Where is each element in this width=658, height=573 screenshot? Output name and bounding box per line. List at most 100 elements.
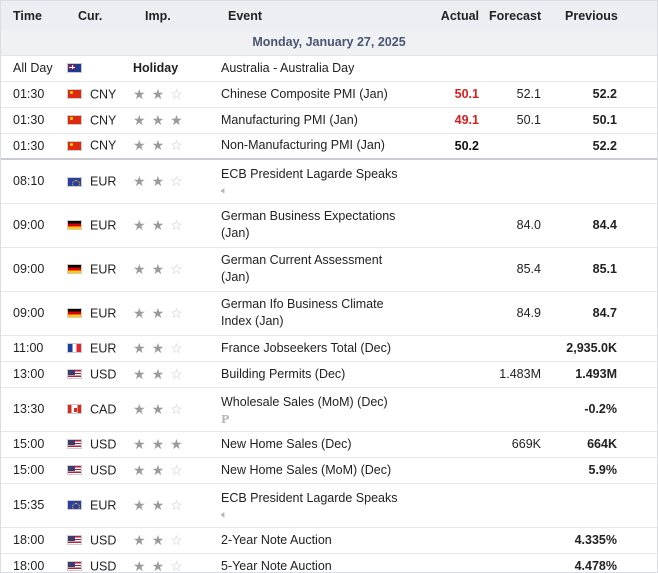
table-row[interactable]: 15:35 EUR ★ ★ ☆ ECB President Lagarde Speaks 🔈… (1, 483, 657, 528)
event-name[interactable]: New Home Sales (Dec) (221, 437, 352, 451)
event-previous: 4.478% (565, 553, 657, 573)
event-name[interactable]: Non-Manufacturing PMI (Jan) (221, 138, 385, 152)
star-filled-icon: ★ (151, 365, 165, 382)
star-filled-icon: ★ (151, 216, 165, 233)
event-name[interactable]: Building Permits (Dec) (221, 367, 345, 381)
speaker-icon[interactable]: 🔈︎ (221, 185, 413, 197)
event-forecast (489, 133, 565, 160)
event-cell[interactable]: Non-Manufacturing PMI (Jan) (221, 133, 417, 160)
star-empty-icon: ☆ (170, 260, 183, 277)
event-time: 15:00 (1, 457, 67, 484)
event-cell[interactable]: New Home Sales (Dec) (221, 431, 417, 458)
star-filled-icon: ★ (133, 304, 146, 321)
event-name[interactable]: German Business Expectations (Jan) (221, 209, 395, 240)
currency-code: EUR (90, 262, 117, 277)
star-filled-icon: ★ (151, 85, 165, 102)
star-filled-icon: ★ (133, 85, 146, 102)
germany-flag-icon (67, 308, 82, 319)
table-row[interactable]: 18:00 USD ★ ★ ☆ 5-Year Note Auction 4.478% (1, 553, 657, 573)
event-cell[interactable]: German Ifo Business Climate Index (Jan) (221, 291, 417, 336)
event-name[interactable]: 5-Year Note Auction (221, 559, 332, 573)
star-filled-icon: ★ (151, 260, 165, 277)
event-currency: USD (67, 457, 133, 484)
speaker-icon[interactable]: 🔈︎ (221, 509, 413, 521)
event-forecast: 84.9 (489, 291, 565, 336)
event-importance: ★ ★ ☆ (133, 133, 221, 160)
col-currency-header[interactable]: Cur. (67, 1, 133, 30)
table-row[interactable]: 08:10 EUR ★ ★ ☆ ECB President Lagarde Speaks 🔈… (1, 159, 657, 204)
currency-code: EUR (90, 341, 117, 356)
event-importance: Holiday (133, 55, 221, 82)
star-filled-icon: ★ (151, 531, 165, 548)
event-previous: -0.2% (565, 387, 657, 432)
star-filled-icon: ★ (133, 339, 146, 356)
event-name[interactable]: German Ifo Business Climate Index (Jan) (221, 297, 384, 328)
event-name[interactable]: ECB President Lagarde Speaks (221, 491, 398, 505)
event-cell[interactable]: Manufacturing PMI (Jan) (221, 107, 417, 134)
event-cell[interactable]: 2-Year Note Auction (221, 527, 417, 554)
event-forecast (489, 159, 565, 204)
event-forecast: 1.483M (489, 361, 565, 388)
canada-flag-icon (67, 404, 82, 415)
event-name[interactable]: German Current Assessment (Jan) (221, 253, 382, 284)
event-cell[interactable]: German Business Expectations (Jan) (221, 203, 417, 248)
star-filled-icon: ★ (133, 435, 146, 452)
importance-stars: ★ ★ ☆ (133, 367, 189, 382)
table-row[interactable]: 01:30 CNY ★ ★ ☆ Chinese Composite PMI (Jan) 50… (1, 81, 657, 108)
table-row[interactable]: 09:00 EUR ★ ★ ☆ German Current Assessment (Ja… (1, 247, 657, 292)
star-filled-icon: ★ (133, 557, 146, 573)
event-time: 09:00 (1, 247, 67, 292)
event-name[interactable]: 2-Year Note Auction (221, 533, 332, 547)
event-name[interactable]: Chinese Composite PMI (Jan) (221, 87, 388, 101)
event-name[interactable]: France Jobseekers Total (Dec) (221, 341, 391, 355)
col-importance-header[interactable]: Imp. (133, 1, 221, 30)
star-empty-icon: ☆ (170, 216, 183, 233)
event-name[interactable]: Manufacturing PMI (Jan) (221, 113, 358, 127)
event-cell[interactable]: Wholesale Sales (MoM) (Dec) P (221, 387, 417, 432)
preliminary-icon: P (221, 412, 230, 426)
col-event-header[interactable]: Event (221, 1, 417, 30)
table-row[interactable]: 13:00 USD ★ ★ ☆ Building Permits (Dec) 1.483M 1… (1, 361, 657, 388)
event-name[interactable]: ECB President Lagarde Speaks (221, 167, 398, 181)
event-cell[interactable]: Australia - Australia Day (221, 55, 417, 82)
table-row[interactable]: 01:30 CNY ★ ★ ★ Manufacturing PMI (Jan) 49.1 50… (1, 107, 657, 134)
col-time-header[interactable]: Time (1, 1, 67, 30)
table-row[interactable]: 13:30 CAD ★ ★ ☆ Wholesale Sales (MoM) (Dec) P -… (1, 387, 657, 432)
event-previous: 84.4 (565, 203, 657, 248)
event-name[interactable]: Australia - Australia Day (221, 61, 354, 75)
event-importance: ★ ★ ☆ (133, 457, 221, 484)
table-row[interactable]: 09:00 EUR ★ ★ ☆ German Business Expectations … (1, 203, 657, 248)
event-forecast: 52.1 (489, 81, 565, 108)
event-name[interactable]: Wholesale Sales (MoM) (Dec) (221, 395, 388, 409)
event-currency: EUR (67, 159, 133, 204)
event-cell[interactable]: Chinese Composite PMI (Jan) (221, 81, 417, 108)
event-time: 18:00 (1, 527, 67, 554)
event-cell[interactable]: New Home Sales (MoM) (Dec) (221, 457, 417, 484)
importance-stars: ★ ★ ☆ (133, 341, 189, 356)
event-cell[interactable]: German Current Assessment (Jan) (221, 247, 417, 292)
event-currency: CNY (67, 81, 133, 108)
table-row[interactable]: 11:00 EUR ★ ★ ☆ France Jobseekers Total (Dec)… (1, 335, 657, 362)
star-filled-icon: ★ (133, 365, 146, 382)
col-forecast-header[interactable]: Forecast (489, 1, 565, 30)
event-cell[interactable]: France Jobseekers Total (Dec) (221, 335, 417, 362)
star-empty-icon: ☆ (170, 400, 183, 417)
col-previous-header[interactable]: Previous (565, 1, 657, 30)
event-cell[interactable]: Building Permits (Dec) (221, 361, 417, 388)
event-previous: 4.335% (565, 527, 657, 554)
col-actual-header[interactable]: Actual (417, 1, 489, 30)
importance-stars: ★ ★ ☆ (133, 87, 189, 102)
star-filled-icon: ★ (151, 435, 165, 452)
event-cell[interactable]: 5-Year Note Auction (221, 553, 417, 573)
star-filled-icon: ★ (151, 461, 165, 478)
event-cell[interactable]: ECB President Lagarde Speaks 🔈︎ (221, 159, 417, 204)
table-row[interactable]: 15:00 USD ★ ★ ★ New Home Sales (Dec) 669K 664K (1, 431, 657, 458)
table-row[interactable]: 09:00 EUR ★ ★ ☆ German Ifo Business Climate I… (1, 291, 657, 336)
table-row[interactable]: All Day Holiday Australia - Australia Day (1, 55, 657, 82)
event-cell[interactable]: ECB President Lagarde Speaks 🔈︎ (221, 483, 417, 528)
table-row[interactable]: 15:00 USD ★ ★ ☆ New Home Sales (MoM) (Dec) 5.9… (1, 457, 657, 484)
table-row[interactable]: 01:30 CNY ★ ★ ☆ Non-Manufacturing PMI (Jan) 50… (1, 133, 657, 160)
star-filled-icon: ★ (133, 216, 146, 233)
table-row[interactable]: 18:00 USD ★ ★ ☆ 2-Year Note Auction 4.335% (1, 527, 657, 554)
event-name[interactable]: New Home Sales (MoM) (Dec) (221, 463, 391, 477)
